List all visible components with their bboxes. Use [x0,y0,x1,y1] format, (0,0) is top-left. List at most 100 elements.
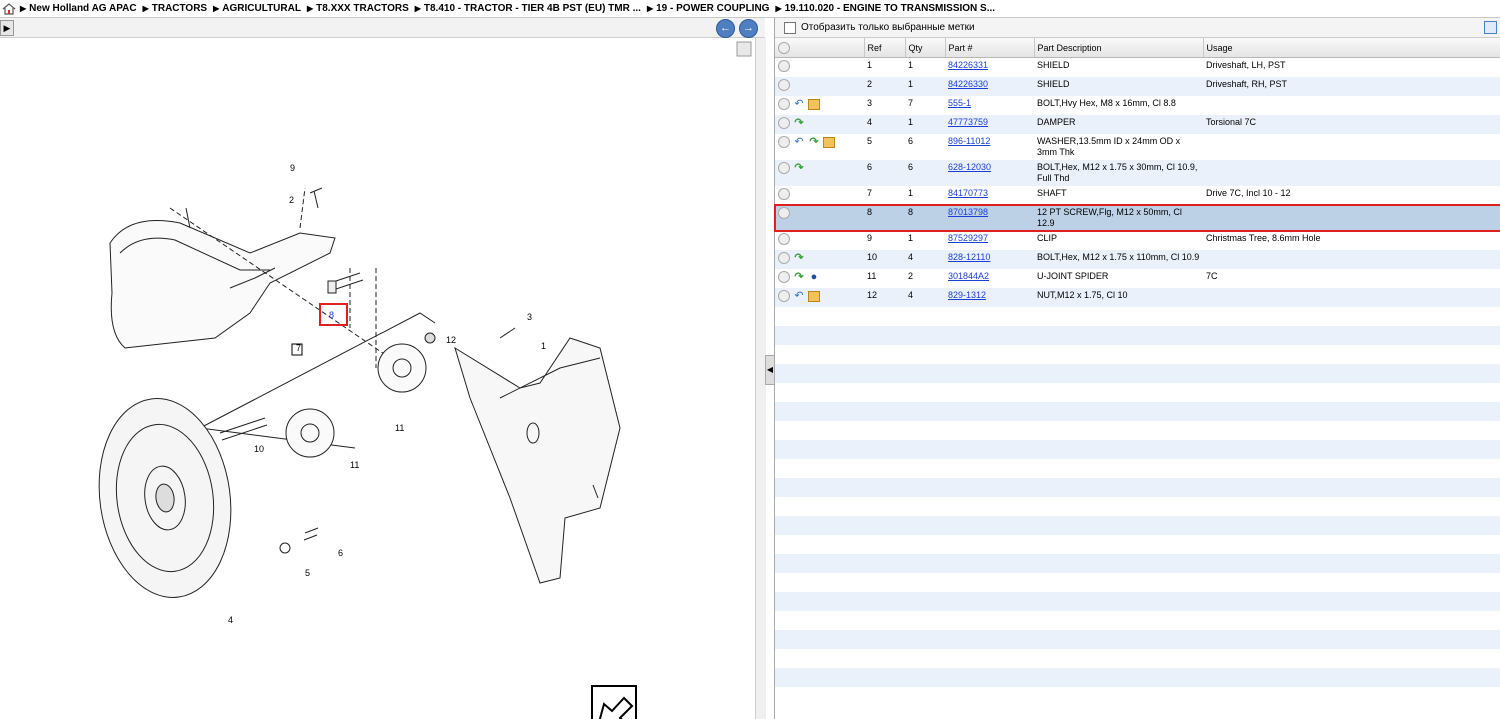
package-icon[interactable] [808,98,820,110]
filter-bar: Отобразить только выбранные метки [775,18,1500,38]
table-row[interactable]: ↶ 3 7 555-1 BOLT,Hvy Hex, M8 x 16mm, Cl 8.8 [775,96,1500,115]
row-icons: ↷ [775,115,864,134]
part-number-link[interactable]: 84226331 [948,60,988,70]
header-ref[interactable]: Ref [864,38,906,58]
header-part[interactable]: Part # [945,38,1035,58]
part-number-link[interactable]: 84226330 [948,79,988,89]
breadcrumb-item[interactable]: T8.410 - TRACTOR - TIER 4B PST (EU) TMR … [415,3,641,14]
redo-arrow-icon[interactable]: ↷ [793,117,805,129]
ref-cell-wrap: 2 [864,77,905,96]
home-icon[interactable] [2,2,16,15]
breadcrumb-item[interactable]: T8.XXX TRACTORS [307,3,409,14]
add-to-cart-icon[interactable] [778,162,790,174]
table-row[interactable]: 1 1 84226331 SHIELD Driveshaft, LH, PST [775,58,1500,78]
list-view-icon[interactable] [1484,21,1497,34]
callout-label[interactable]: 6 [338,548,343,558]
header-qty[interactable]: Qty [905,38,946,58]
ref-cell-wrap: 11 [864,269,905,288]
add-to-cart-icon[interactable] [778,136,790,148]
breadcrumb-item[interactable]: 19.110.020 - ENGINE TO TRANSMISSION S... [775,3,995,14]
redo-arrow-icon[interactable]: ↷ [793,162,805,174]
callout-label[interactable]: 12 [446,335,456,345]
add-to-cart-icon[interactable] [778,271,790,283]
table-row[interactable]: ↶ 12 4 829-1312 NUT,M12 x 1.75, Cl 10 [775,288,1500,307]
table-row[interactable]: 9 1 87529297 CLIP Christmas Tree, 8.6mm Hole [775,231,1500,250]
empty-row [775,497,1500,516]
show-selected-checkbox[interactable] [784,21,796,34]
callout-label[interactable]: 3 [527,312,532,322]
part-number-link[interactable]: 896-11012 [948,136,990,146]
part-number-link[interactable]: 47773759 [948,117,988,127]
callout-label[interactable]: 10 [254,444,264,454]
row-icons [775,205,864,231]
table-row[interactable]: ↷ 10 4 828-12110 BOLT,Hex, M12 x 1.75 x 110m… [775,250,1500,269]
add-to-cart-icon[interactable] [778,252,790,264]
undo-arrow-icon[interactable]: ↶ [793,136,805,148]
table-row[interactable]: ↷ 4 1 47773759 DAMPER Torsional 7C [775,115,1500,134]
parts-list-panel: Отобразить только выбранные метки Ref Qt… [774,18,1500,719]
add-to-cart-icon[interactable] [778,60,790,72]
header-description[interactable]: Part Description [1034,38,1204,58]
part-number-link[interactable]: 301844A2 [948,271,989,281]
part-number-link[interactable]: 87529297 [948,233,988,243]
undo-arrow-icon[interactable]: ↶ [793,98,805,110]
breadcrumb-item[interactable]: TRACTORS [143,3,207,14]
usage-cell: 7C [1206,271,1218,281]
table-row[interactable]: ↶ ↷ 5 6 896-11012 WASHER,13.5mm ID x 24mm OD … [775,134,1500,160]
undo-arrow-icon[interactable]: ↶ [793,290,805,302]
header-icon-col[interactable] [775,38,865,58]
diagram-settings-icon[interactable] [736,41,752,57]
breadcrumb-item[interactable]: 19 - POWER COUPLING [647,3,769,14]
part-number-link[interactable]: 829-1312 [948,290,986,300]
add-to-cart-icon[interactable] [778,207,790,219]
row-icons: ↷ [775,250,864,269]
empty-row [775,573,1500,592]
add-to-cart-icon[interactable] [778,98,790,110]
forward-arrow-icon[interactable]: → [739,19,758,38]
redo-arrow-icon[interactable]: ↷ [793,271,805,283]
redo-arrow-icon[interactable]: ↷ [793,252,805,264]
part-number-link-wrap: 84226331 [945,58,1034,78]
part-number-link[interactable]: 555-1 [948,98,971,108]
table-row[interactable]: 7 1 84170773 SHAFT Drive 7C, Incl 10 - 12 [775,186,1500,205]
redo-arrow-icon[interactable]: ↷ [808,136,820,148]
add-to-cart-icon[interactable] [778,233,790,245]
package-icon[interactable] [823,136,835,148]
table-row[interactable]: 2 1 84226330 SHIELD Driveshaft, RH, PST [775,77,1500,96]
callout-label-selected[interactable]: 8 [329,310,334,320]
callout-label[interactable]: 11 [350,460,359,470]
table-row[interactable]: ↷ 6 6 628-12030 BOLT,Hex, M12 x 1.75 x 30mm,… [775,160,1500,186]
qty-cell: 1 [908,79,914,89]
callout-label[interactable]: 4 [228,615,233,625]
row-icons [775,231,864,250]
breadcrumb-item[interactable]: AGRICULTURAL [213,3,301,14]
add-to-cart-icon[interactable] [778,79,790,91]
part-number-link[interactable]: 84170773 [948,188,988,198]
table-row[interactable]: ↷ ● 11 2 301844A2 U-JOINT SPIDER 7C [775,269,1500,288]
expand-panel-icon[interactable]: ▶ [0,20,14,36]
callout-label[interactable]: 5 [305,568,310,578]
callout-label[interactable]: 9 [290,163,295,173]
next-page-arrow-icon[interactable] [591,685,637,719]
table-row[interactable]: 8 8 87013798 12 PT SCREW,Flg, M12 x 50mm, C… [774,204,1500,232]
add-to-cart-icon[interactable] [778,188,790,200]
callout-label[interactable]: 2 [289,195,294,205]
add-to-cart-icon[interactable] [778,117,790,129]
globe-icon[interactable]: ● [808,271,820,283]
ref-cell: 10 [867,252,878,262]
part-number-link[interactable]: 628-12030 [948,162,991,172]
callout-label[interactable]: 1 [541,341,546,351]
header-usage[interactable]: Usage [1203,38,1500,58]
part-number-link[interactable]: 87013798 [948,207,988,217]
description-cell-wrap: SHIELD [1034,77,1203,96]
part-number-link[interactable]: 828-12110 [948,252,990,262]
add-icon[interactable] [778,41,790,54]
callout-label[interactable]: 11 [395,423,404,433]
empty-row [775,402,1500,421]
breadcrumb-item[interactable]: New Holland AG APAC [20,3,136,14]
part-number-link-wrap: 84226330 [945,77,1034,96]
package-icon[interactable] [808,290,820,302]
back-arrow-icon[interactable]: ← [716,19,735,38]
ref-cell: 1 [867,60,873,70]
add-to-cart-icon[interactable] [778,290,790,302]
